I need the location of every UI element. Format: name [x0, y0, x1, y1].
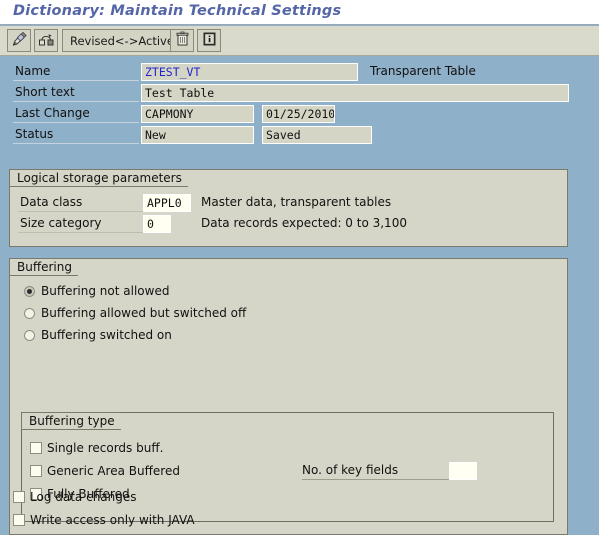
window-title-bar: Dictionary: Maintain Technical Settings — [0, 0, 599, 25]
group-tab-slash — [158, 169, 172, 187]
short-text-label: Short text — [13, 84, 139, 102]
info-icon — [202, 31, 217, 50]
revised-active-label: Revised<->Active — [70, 33, 174, 48]
radio-label: Buffering allowed but switched off — [41, 306, 247, 320]
size-category-description: Data records expected: 0 to 3,100 — [201, 216, 407, 230]
buffering-group-title: Buffering — [9, 258, 78, 276]
display-change-button[interactable] — [7, 29, 31, 52]
key-fields-input[interactable] — [449, 462, 477, 480]
checkbox-single-records-buff[interactable]: Single records buff. — [30, 440, 163, 456]
data-class-input[interactable]: APPL0 — [143, 194, 191, 212]
checkbox-label: Log data changes — [30, 490, 137, 504]
radio-label: Buffering switched on — [41, 328, 172, 342]
checkbox-label: Single records buff. — [47, 441, 164, 455]
name-label: Name — [13, 63, 139, 81]
last-change-label: Last Change — [13, 105, 139, 123]
radio-buffering-switched-on[interactable]: Buffering switched on — [24, 327, 172, 343]
checkbox-label: Write access only with JAVA — [30, 513, 195, 527]
radio-label: Buffering not allowed — [41, 284, 170, 298]
trash-icon — [175, 31, 190, 50]
checkbox-indicator[interactable] — [30, 465, 42, 477]
key-fields-label: No. of key fields — [302, 462, 449, 480]
radio-indicator[interactable] — [24, 285, 35, 297]
checkbox-indicator[interactable] — [30, 442, 42, 454]
last-change-date-input[interactable]: 01/25/2010 — [262, 105, 335, 123]
pencil-icon — [11, 31, 28, 50]
buffering-type-tab-slash — [106, 412, 120, 430]
application-toolbar: Revised<->Active — [0, 26, 599, 56]
buffering-tab-slash — [72, 258, 86, 276]
table-name-input[interactable]: ZTEST_VT — [141, 63, 358, 81]
short-text-input[interactable]: Test Table — [141, 84, 569, 102]
status-label: Status — [13, 126, 139, 144]
size-category-label: Size category — [18, 215, 143, 233]
last-change-user-input[interactable]: CAPMONY — [141, 105, 254, 123]
status-value-field: New — [141, 126, 254, 144]
radio-indicator[interactable] — [24, 329, 35, 341]
data-class-description: Master data, transparent tables — [201, 195, 392, 209]
main-content: Name ZTEST_VT Transparent Table Short te… — [0, 57, 599, 535]
checkbox-log-data-changes[interactable]: Log data changes — [13, 489, 137, 505]
checkbox-write-access-only-with-java[interactable]: Write access only with JAVA — [13, 512, 195, 528]
size-category-input[interactable]: 0 — [143, 215, 171, 233]
revised-active-button[interactable]: Revised<->Active — [62, 29, 182, 52]
radio-buffering-allowed-switched-off[interactable]: Buffering allowed but switched off — [24, 305, 246, 321]
hierarchy-icon — [38, 31, 55, 50]
checkbox-indicator[interactable] — [13, 514, 25, 526]
radio-buffering-not-allowed[interactable]: Buffering not allowed — [24, 283, 169, 299]
buffering-type-group: Buffering type Single records buff. Gene… — [21, 412, 554, 522]
logical-storage-group: Logical storage parameters Data class AP… — [9, 169, 568, 247]
info-button[interactable] — [197, 29, 221, 52]
checkbox-label: Generic Area Buffered — [47, 464, 180, 478]
checkbox-indicator[interactable] — [13, 491, 25, 503]
delete-button[interactable] — [170, 29, 194, 52]
navigate-button[interactable] — [34, 29, 58, 52]
page-title: Dictionary: Maintain Technical Settings — [13, 3, 342, 19]
checkbox-generic-area-buffered[interactable]: Generic Area Buffered — [30, 463, 180, 479]
data-class-label: Data class — [18, 194, 143, 212]
status-saved-field: Saved — [262, 126, 372, 144]
table-type-text: Transparent Table — [370, 64, 476, 78]
radio-indicator[interactable] — [24, 307, 35, 319]
